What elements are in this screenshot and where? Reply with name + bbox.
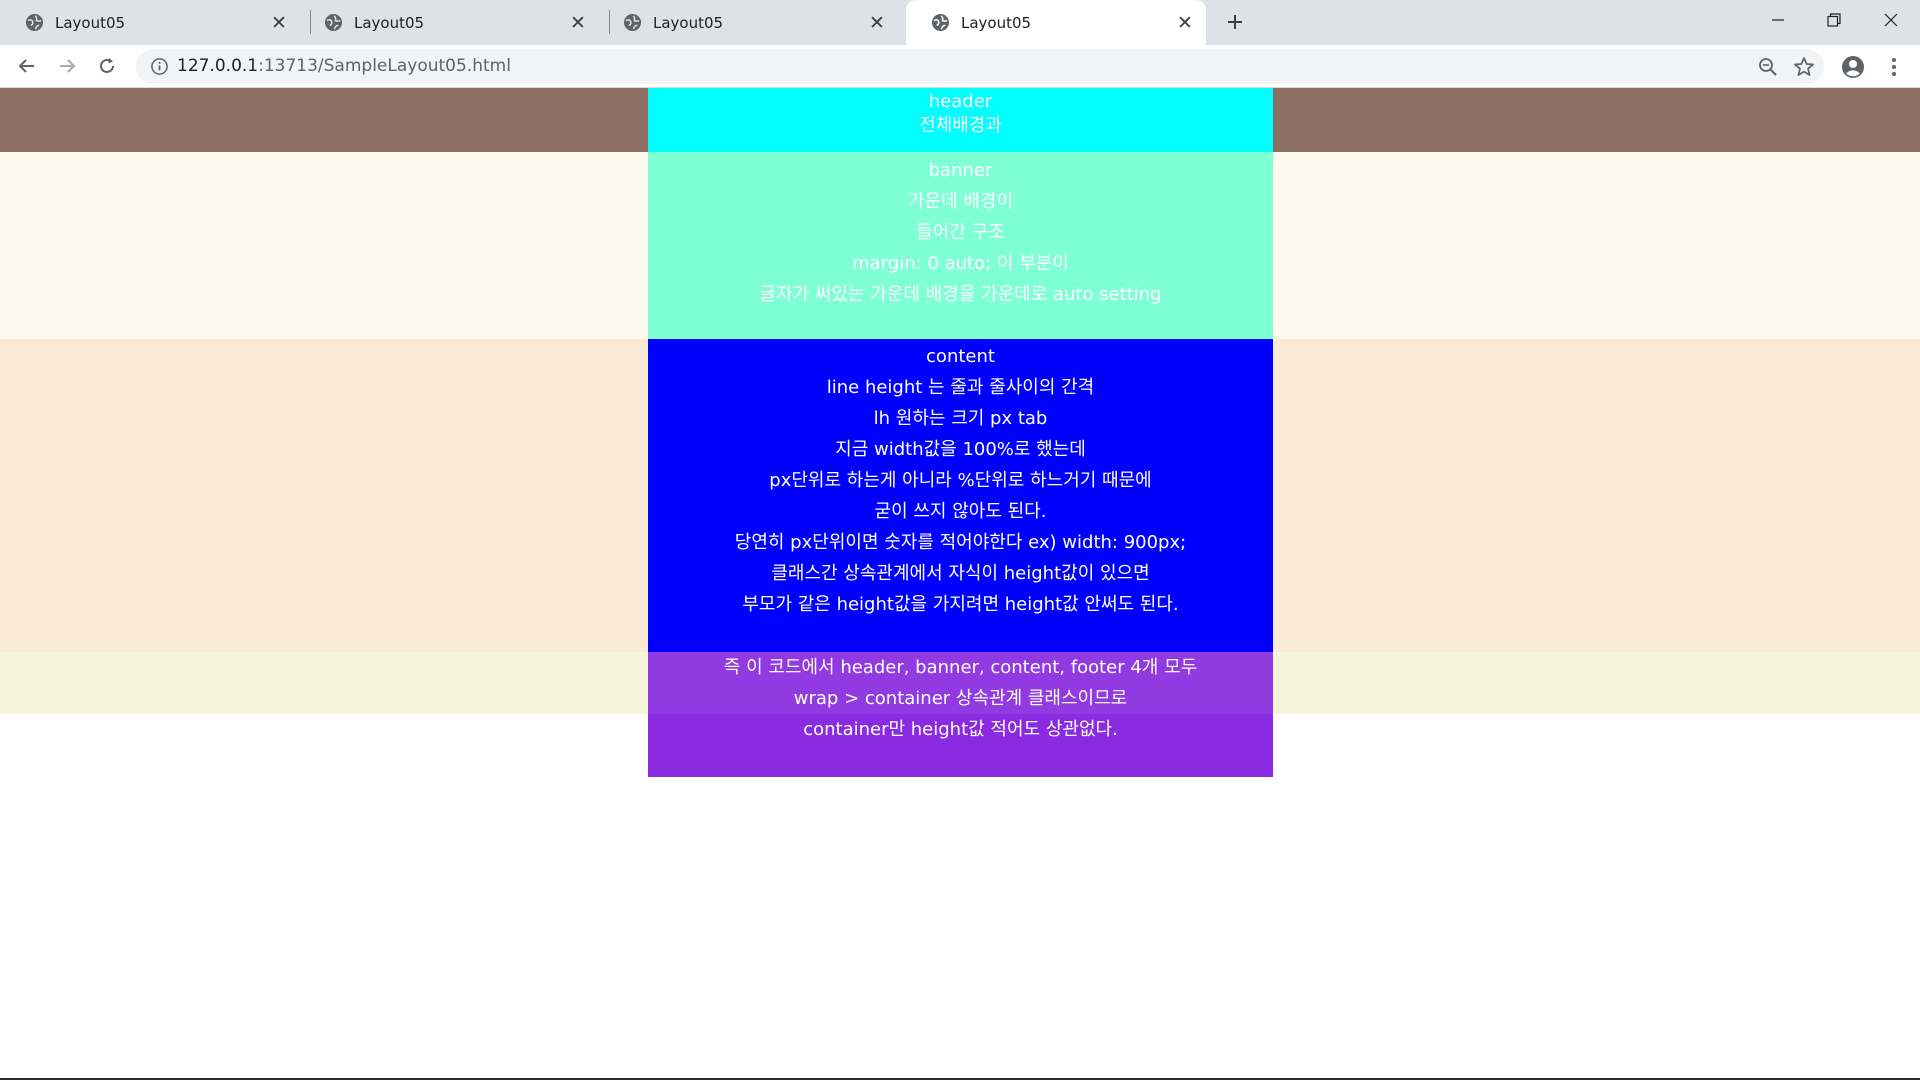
- account-icon[interactable]: [1837, 51, 1869, 83]
- banner-text-line: margin: 0 auto; 이 부분이: [852, 253, 1069, 274]
- content-text-line: 클래스간 상속관계에서 자식이 height값이 있으면: [771, 563, 1150, 584]
- content-text-line: 지금 width값을 100%로 했는데: [835, 439, 1086, 460]
- browser-tab-active[interactable]: Layout05 ✕: [906, 0, 1206, 45]
- info-icon[interactable]: [150, 57, 169, 76]
- tab-title: Layout05: [354, 13, 425, 32]
- browser-toolbar: 127.0.0.1:13713/SampleLayout05.html: [0, 45, 1920, 88]
- content-container: content line height 는 줄과 줄사이의 간격 lh 원하는 …: [648, 339, 1273, 652]
- address-bar[interactable]: 127.0.0.1:13713/SampleLayout05.html: [136, 49, 1824, 84]
- arrow-right-icon[interactable]: [51, 50, 83, 82]
- close-icon[interactable]: ✕: [268, 12, 290, 34]
- tab-title: Layout05: [55, 13, 126, 32]
- content-text-line: 부모가 같은 height값을 가지려면 height값 안써도 된다.: [742, 594, 1179, 615]
- tab-title: Layout05: [961, 13, 1032, 32]
- content-text-line: lh 원하는 크기 px tab: [873, 408, 1048, 429]
- globe-icon: [25, 13, 44, 32]
- footer-text-line: 즉 이 코드에서 header, banner, content, footer…: [723, 657, 1198, 678]
- content-text-line: 굳이 쓰지 않아도 된다.: [874, 501, 1047, 522]
- browser-tab[interactable]: Layout05 ✕: [299, 0, 599, 45]
- close-icon[interactable]: ✕: [866, 12, 888, 34]
- content-text-line: px단위로 하는게 아니라 %단위로 하느거기 때문에: [769, 470, 1152, 491]
- browser-tab[interactable]: Layout05 ✕: [0, 0, 300, 45]
- banner-text-line: banner: [928, 160, 993, 181]
- arrow-left-icon[interactable]: [11, 50, 43, 82]
- page-viewport: header 전체배경과 banner 가운데 배경이 들어간 구조 margi…: [0, 88, 1920, 1080]
- minimize-icon[interactable]: [1750, 0, 1806, 40]
- globe-icon: [623, 13, 642, 32]
- url-text: 127.0.0.1:13713/SampleLayout05.html: [177, 49, 511, 84]
- plus-icon[interactable]: [1219, 6, 1251, 38]
- star-icon[interactable]: [1792, 55, 1816, 79]
- content-text-line: line height 는 줄과 줄사이의 간격: [826, 377, 1095, 398]
- close-icon[interactable]: ✕: [567, 12, 589, 34]
- url-host: 127.0.0.1: [177, 56, 259, 76]
- globe-icon: [931, 13, 950, 32]
- content-text-line: 당연히 px단위이면 숫자를 적어야한다 ex) width: 900px;: [734, 532, 1187, 553]
- url-path: :13713/SampleLayout05.html: [258, 56, 511, 76]
- header-container: header 전체배경과: [648, 88, 1273, 152]
- banner-text-line: 가운데 배경이: [907, 191, 1014, 212]
- reload-icon[interactable]: [91, 50, 123, 82]
- kebab-menu-icon[interactable]: [1880, 51, 1908, 83]
- footer-text-line: container만 height값 적어도 상관없다.: [803, 719, 1118, 740]
- tab-strip: Layout05 ✕ Layout05 ✕ Layout05 ✕ Layout0…: [0, 0, 1920, 45]
- tab-title: Layout05: [653, 13, 724, 32]
- footer-text-line: wrap > container 상속관계 클래스이므로: [793, 688, 1128, 709]
- content-text-line: content: [926, 346, 995, 367]
- close-icon[interactable]: [1863, 0, 1919, 40]
- restore-icon[interactable]: [1806, 0, 1862, 40]
- banner-text-line: 글자가 써있는 가운데 배경을 가운데로 auto setting: [759, 284, 1162, 305]
- header-text-line: 전체배경과: [919, 115, 1002, 136]
- footer-container: 즉 이 코드에서 header, banner, content, footer…: [648, 652, 1273, 777]
- browser-tab[interactable]: Layout05 ✕: [598, 0, 898, 45]
- header-text-line: header: [928, 91, 993, 112]
- close-icon[interactable]: ✕: [1174, 12, 1196, 34]
- zoom-out-icon[interactable]: [1756, 55, 1780, 79]
- banner-text-line: 들어간 구조: [916, 222, 1005, 243]
- banner-container: banner 가운데 배경이 들어간 구조 margin: 0 auto; 이 …: [648, 152, 1273, 339]
- globe-icon: [324, 13, 343, 32]
